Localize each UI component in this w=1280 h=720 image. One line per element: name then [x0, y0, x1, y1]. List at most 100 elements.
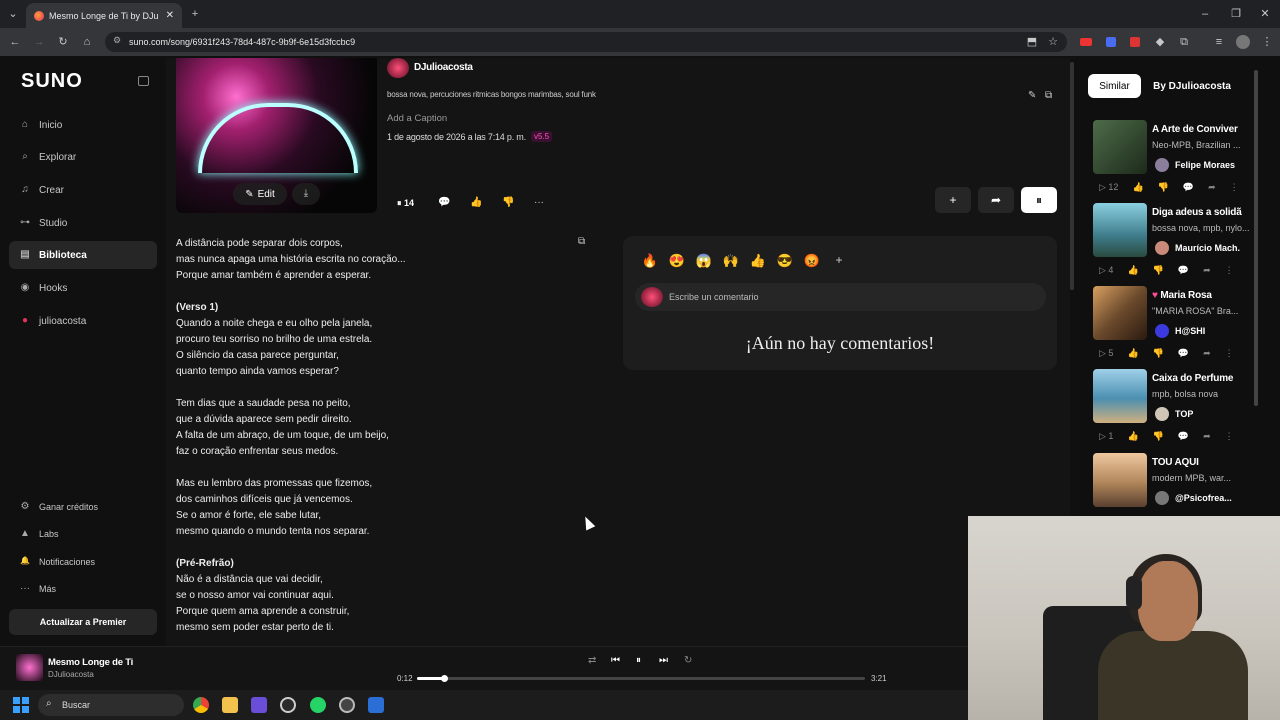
song-tags[interactable]: bossa nova, percuciones ritmicas bongos … [387, 90, 596, 99]
progress-bar[interactable] [417, 677, 865, 680]
similar-song-card[interactable]: A Arte de Conviver Neo-MPB, Brazilian ..… [1093, 120, 1253, 200]
share-icon[interactable]: ➦ [1203, 265, 1211, 276]
sidebar-item-hooks[interactable]: ◉ Hooks [9, 274, 157, 302]
raised-hands-emoji-button[interactable]: 🙌 [721, 253, 741, 269]
next-icon[interactable]: ⏭ [659, 655, 668, 666]
close-tab-icon[interactable]: ✕ [166, 10, 174, 21]
install-app-icon[interactable]: ⬒ [1025, 35, 1039, 49]
right-panel-scrollbar[interactable] [1254, 70, 1258, 406]
share-icon[interactable]: ➦ [1208, 182, 1216, 193]
more-options-icon[interactable]: ⋮ [1230, 182, 1239, 193]
song-title[interactable]: Caixa do Perfume [1152, 373, 1255, 384]
file-explorer-icon[interactable] [222, 697, 238, 713]
xbox-icon[interactable] [280, 697, 296, 713]
play-count-button[interactable]: ⏸ 14 [397, 198, 414, 209]
sidebar-item-studio[interactable]: ⊶ Studio [9, 209, 157, 237]
song-user[interactable]: Maurício Mach. [1175, 243, 1240, 253]
chrome-icon[interactable] [193, 697, 209, 713]
song-user[interactable]: Felipe Moraes [1175, 160, 1235, 170]
more-options-icon[interactable]: ⋮ [1225, 348, 1234, 359]
extension-icon[interactable] [1130, 37, 1140, 47]
add-emoji-icon[interactable]: + [829, 253, 849, 269]
app-icon[interactable] [251, 697, 267, 713]
more-options-icon[interactable]: ⋮ [1225, 265, 1234, 276]
sidebar-item-explorar[interactable]: ⌕ Explorar [9, 143, 157, 171]
extensions-puzzle-icon[interactable]: ⧉ [1177, 35, 1191, 49]
more-options-icon[interactable]: ··· [534, 197, 544, 208]
comment-icon[interactable]: 💬 [1178, 348, 1189, 359]
now-playing-title[interactable]: Mesmo Longe de Ti [48, 657, 133, 668]
upgrade-premier-button[interactable]: Actualizar a Premier [9, 609, 157, 635]
copy-icon[interactable]: ⧉ [1045, 90, 1052, 101]
similar-song-card[interactable]: TOU AQUI modern MPB, war... @Psicofrea..… [1093, 453, 1253, 513]
song-title[interactable]: TOU AQUI [1152, 457, 1253, 468]
heart-eyes-emoji-button[interactable]: 😍 [667, 253, 687, 269]
thumbs-up-icon[interactable]: 👍 [1127, 265, 1138, 276]
sidebar-item-inicio[interactable]: ⌂ Inicio [9, 111, 157, 139]
pause-icon[interactable]: ⏸ [636, 655, 641, 666]
previous-icon[interactable]: ⏮ [611, 655, 620, 666]
shuffle-icon[interactable]: ⇄ [588, 655, 596, 666]
back-icon[interactable]: ← [8, 35, 22, 49]
tab-by-artist[interactable]: By DJulioacosta [1148, 74, 1236, 98]
extension-icon[interactable]: ◆ [1153, 35, 1167, 49]
suno-logo[interactable]: SUNO [21, 70, 83, 93]
thumbs-down-icon[interactable]: 👎 [502, 197, 514, 208]
comment-icon[interactable]: 💬 [1178, 431, 1189, 442]
caption-placeholder[interactable]: Add a Caption [387, 113, 447, 124]
whatsapp-icon[interactable] [310, 697, 326, 713]
download-icon[interactable]: ⤓ [292, 183, 320, 205]
main-scrollbar[interactable] [1070, 62, 1074, 290]
now-playing-artist[interactable]: DJulioacosta [48, 670, 94, 679]
artist-name[interactable]: DJulioacosta [414, 62, 473, 73]
minimize-icon[interactable]: – [1198, 7, 1212, 21]
sidebar-item-mas[interactable]: ··· Más [9, 575, 157, 603]
pencil-icon[interactable]: ✎ [1028, 90, 1036, 101]
similar-song-card[interactable]: Diga adeus a solidã bossa nova, mpb, nyl… [1093, 203, 1253, 283]
extension-icon[interactable] [1106, 37, 1116, 47]
thumbs-down-icon[interactable]: 👎 [1153, 348, 1164, 359]
profile-avatar[interactable] [1236, 35, 1250, 49]
close-window-icon[interactable]: ✕ [1258, 7, 1272, 21]
sidebar-item-ganar-creditos[interactable]: ⚙ Ganar créditos [9, 493, 157, 521]
progress-handle[interactable] [440, 675, 448, 682]
sunglasses-emoji-button[interactable]: 😎 [775, 253, 795, 269]
more-options-icon[interactable]: ⋮ [1225, 431, 1234, 442]
sidebar-item-biblioteca[interactable]: ▤ Biblioteca [9, 241, 157, 269]
comment-icon[interactable]: 💬 [438, 197, 450, 208]
home-icon[interactable]: ⌂ [80, 35, 94, 49]
thumbs-down-icon[interactable]: 👎 [1153, 431, 1164, 442]
song-user[interactable]: TOP [1175, 409, 1193, 419]
collapse-sidebar-icon[interactable] [138, 76, 149, 86]
song-title[interactable]: ♥ Maria Rosa [1152, 290, 1255, 301]
pause-button[interactable]: ⏸ [1021, 187, 1057, 213]
share-button[interactable]: ➦ [978, 187, 1014, 213]
thumbs-down-icon[interactable]: 👎 [1158, 182, 1169, 193]
windows-start-icon[interactable] [13, 697, 29, 713]
song-title[interactable]: A Arte de Conviver [1152, 124, 1255, 135]
thumbs-up-icon[interactable]: 👍 [470, 197, 482, 208]
media-controls-icon[interactable]: ≡ [1212, 35, 1226, 49]
tab-list-icon[interactable]: ⌄ [6, 7, 20, 21]
comment-icon[interactable]: 💬 [1183, 182, 1194, 193]
extension-icon[interactable] [1080, 38, 1092, 46]
song-user[interactable]: H@SHI [1175, 326, 1205, 336]
similar-song-card[interactable]: ♥ Maria Rosa "MARIA ROSA" Bra... H@SHI ▷… [1093, 286, 1253, 366]
new-tab-icon[interactable]: + [188, 7, 202, 21]
sidebar-item-crear[interactable]: ♫ Crear [9, 176, 157, 204]
bookmark-star-icon[interactable]: ☆ [1046, 35, 1060, 49]
edit-cover-button[interactable]: ✎ Edit [233, 183, 287, 205]
song-user[interactable]: @Psicofrea... [1175, 493, 1232, 503]
artist-avatar[interactable] [387, 58, 409, 78]
share-icon[interactable]: ➦ [1203, 348, 1211, 359]
now-playing-thumbnail[interactable] [16, 654, 43, 681]
site-info-icon[interactable]: ⚙ [113, 35, 121, 46]
angry-emoji-button[interactable]: 😡 [802, 253, 822, 269]
song-title[interactable]: Diga adeus a solidã [1152, 207, 1255, 218]
address-input[interactable]: ⚙ suno.com/song/6931f243-78d4-487c-9b9f-… [105, 32, 1067, 52]
comment-icon[interactable]: 💬 [1178, 265, 1189, 276]
thumbs-up-icon[interactable]: 👍 [1132, 182, 1143, 193]
browser-tab[interactable]: Mesmo Longe de Ti by DJu ✕ [26, 3, 182, 28]
taskbar-search[interactable]: ⌕ Buscar [38, 694, 184, 716]
scream-emoji-button[interactable]: 😱 [694, 253, 714, 269]
